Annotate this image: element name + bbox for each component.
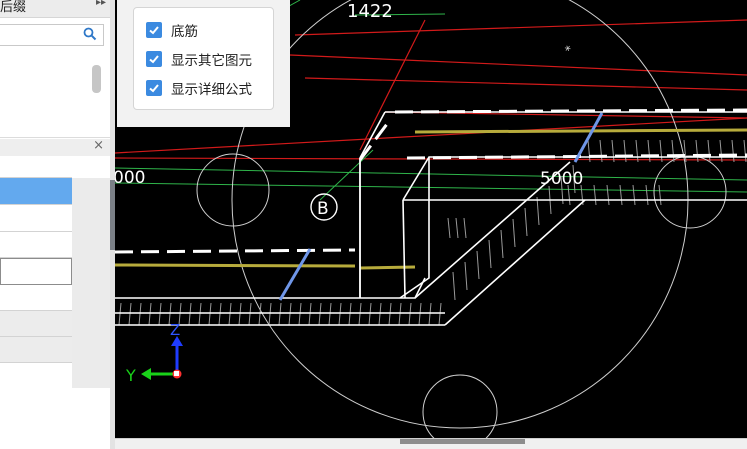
horizontal-scrollbar[interactable] — [115, 438, 747, 449]
left-panel-title: 后缀 — [0, 0, 27, 15]
property-row[interactable] — [0, 285, 72, 311]
hatch-right — [447, 139, 747, 301]
left-panel-header: 后缀 ▸▸ — [0, 0, 110, 18]
close-icon[interactable]: × — [93, 138, 104, 153]
left-panel: 后缀 ▸▸ × — [0, 0, 110, 449]
horizontal-scrollbar-thumb[interactable] — [400, 439, 525, 444]
check-icon[interactable] — [146, 80, 162, 96]
dimension-label-right: 5000 — [540, 169, 583, 189]
dimension-label-left: 000 — [115, 168, 145, 188]
axis-bubble-label: B — [317, 199, 329, 219]
property-value-field[interactable] — [0, 258, 72, 285]
property-row[interactable] — [0, 156, 72, 178]
option-show-other-elements[interactable]: 显示其它图元 — [146, 49, 252, 69]
option-label: 底筋 — [171, 24, 198, 40]
property-row[interactable] — [0, 311, 72, 337]
property-panel-header: × — [0, 138, 110, 156]
double-chevron-right-icon[interactable]: ▸▸ — [96, 0, 106, 8]
search-input[interactable] — [0, 24, 104, 46]
rebar-yellow — [115, 128, 747, 270]
option-label: 显示其它图元 — [171, 53, 252, 69]
option-rebar-bottom[interactable]: 底筋 — [146, 20, 198, 40]
display-options-box: 底筋 显示其它图元 显示详细公式 — [133, 7, 274, 110]
property-row[interactable] — [0, 232, 72, 258]
property-row-selected[interactable] — [0, 178, 72, 205]
axis-z-label: Z — [170, 321, 180, 339]
display-options-popup: 底筋 显示其它图元 显示详细公式 — [117, 0, 290, 127]
dimension-label-top: 1422 — [347, 1, 393, 22]
option-show-detailed-formula[interactable]: 显示详细公式 — [146, 78, 252, 98]
axis-gizmo — [141, 336, 183, 380]
tree-scrollbar[interactable] — [92, 65, 101, 93]
option-label: 显示详细公式 — [171, 82, 252, 98]
beam-outline — [115, 111, 747, 326]
check-icon[interactable] — [146, 22, 162, 38]
search-icon[interactable] — [83, 27, 97, 41]
check-icon[interactable] — [146, 51, 162, 67]
property-value-column — [72, 178, 110, 388]
faint-marker: * — [563, 43, 573, 58]
property-row[interactable] — [0, 205, 72, 232]
axis-y-label: Y — [125, 366, 136, 385]
hatch-left — [118, 302, 442, 326]
property-row[interactable] — [0, 337, 72, 363]
